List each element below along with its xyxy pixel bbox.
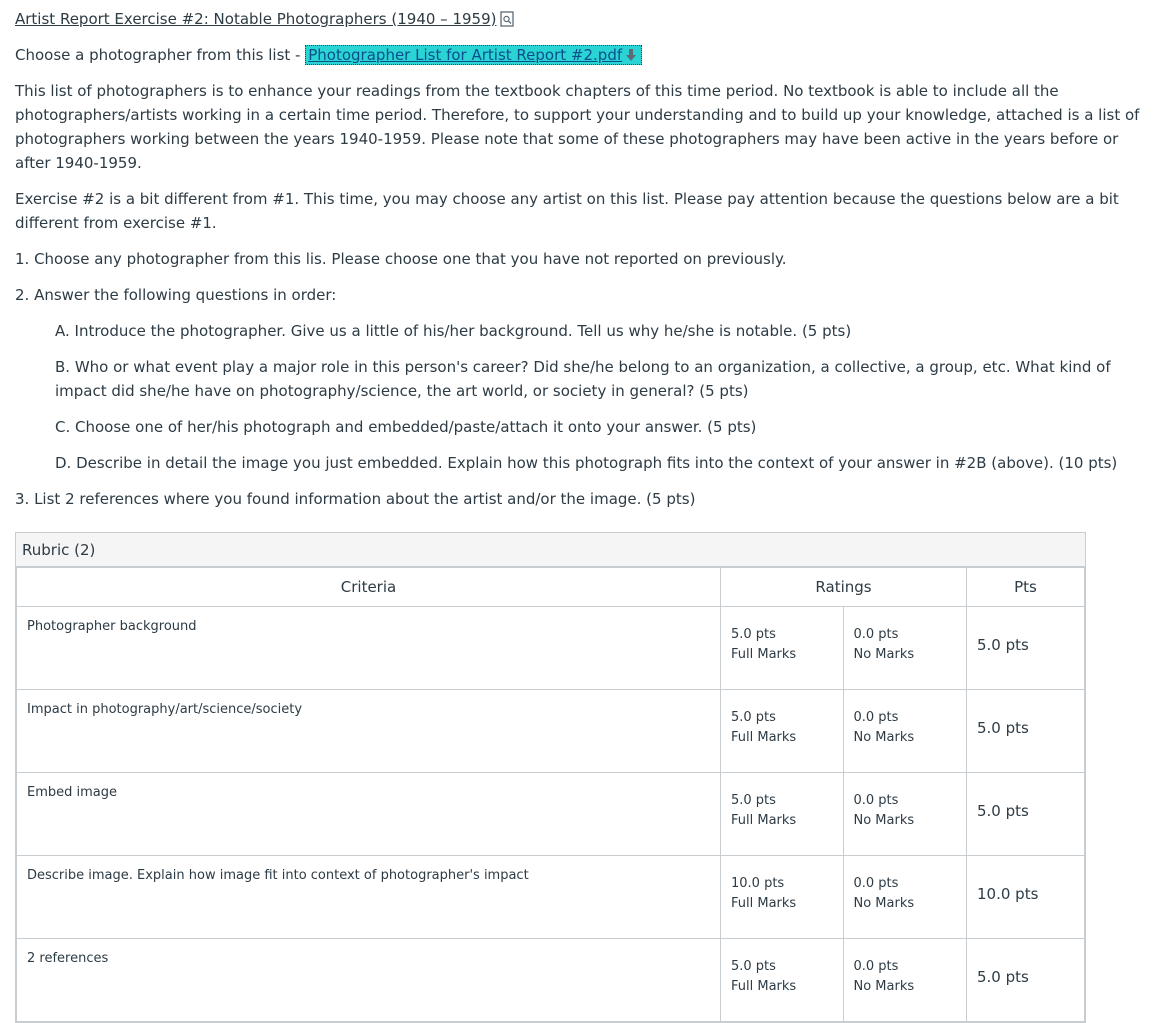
rating-full-label: Full Marks [731,896,797,911]
rubric-row: Describe image. Explain how image fit in… [16,855,1085,939]
rating-full-label: Full Marks [731,730,797,745]
rating-full-pts: 5.0 pts [731,793,776,808]
rating-none-pts: 0.0 pts [853,876,899,891]
rubric-row: 2 references 5.0 pts Full Marks 0.0 pts No M… [16,938,1085,1022]
rubric-row: Impact in photography/art/science/societ… [16,689,1085,773]
file-link[interactable]: Photographer List for Artist Report #2.p… [305,45,643,65]
preview-icon[interactable] [500,10,515,34]
download-icon[interactable] [625,45,639,69]
rating-full: 10.0 pts Full Marks [721,856,844,938]
criterion-text: Embed image [16,772,721,856]
question-c: C. Choose one of her/his photograph and … [55,418,757,436]
rating-full: 5.0 pts Full Marks [721,773,844,855]
intro-paragraph: This list of photographers is to enhance… [15,82,1140,172]
step-1: 1. Choose any photographer from this lis… [15,250,787,268]
ratings-cell: 5.0 pts Full Marks 0.0 pts No Marks [720,689,967,773]
rating-full: 5.0 pts Full Marks [721,607,844,689]
criterion-points: 5.0 pts [966,689,1085,773]
criterion-points: 5.0 pts [966,772,1085,856]
ratings-cell: 10.0 pts Full Marks 0.0 pts No Marks [720,855,967,939]
rating-none-label: No Marks [853,647,915,662]
title-line: Artist Report Exercise #2: Notable Photo… [15,7,1158,31]
rating-none-pts: 0.0 pts [853,793,899,808]
rating-none-pts: 0.0 pts [853,710,899,725]
criteria-header: Criteria [16,567,721,607]
assignment-title-link[interactable]: Artist Report Exercise #2: Notable Photo… [15,10,496,28]
step-3: 3. List 2 references where you found inf… [15,490,696,508]
exercise-note: Exercise #2 is a bit different from #1. … [15,190,1119,232]
rubric-heading: Rubric (2) [16,533,1085,567]
rating-none: 0.0 pts No Marks [844,607,967,689]
rating-full-pts: 5.0 pts [731,959,776,974]
question-d: D. Describe in detail the image you just… [55,454,1118,472]
rating-full-pts: 10.0 pts [731,876,785,891]
rubric-row: Embed image 5.0 pts Full Marks 0.0 pts No Ma… [16,772,1085,856]
rating-none: 0.0 pts No Marks [844,773,967,855]
question-a: A. Introduce the photographer. Give us a… [55,322,852,340]
criterion-points: 5.0 pts [966,938,1085,1022]
rating-full-pts: 5.0 pts [731,710,776,725]
rating-none-label: No Marks [853,896,915,911]
rating-full: 5.0 pts Full Marks [721,690,844,772]
criterion-points: 5.0 pts [966,606,1085,690]
ratings-cell: 5.0 pts Full Marks 0.0 pts No Marks [720,606,967,690]
choose-prefix: Choose a photographer from this list - [15,46,306,64]
ratings-cell: 5.0 pts Full Marks 0.0 pts No Marks [720,772,967,856]
criterion-text: Photographer background [16,606,721,690]
rubric-header-row: Criteria Ratings Pts [16,567,1085,607]
pts-header: Pts [966,567,1085,607]
step-2: 2. Answer the following questions in ord… [15,286,337,304]
rating-none-label: No Marks [853,813,915,828]
rating-none-pts: 0.0 pts [853,627,899,642]
question-b: B. Who or what event play a major role i… [55,358,1111,400]
rubric-table: Criteria Ratings Pts Photographer backgr… [16,567,1085,1022]
rating-none-label: No Marks [853,979,915,994]
criterion-text: 2 references [16,938,721,1022]
rubric: Rubric (2) Criteria Ratings Pts Photogra… [15,532,1086,1023]
ratings-cell: 5.0 pts Full Marks 0.0 pts No Marks [720,938,967,1022]
file-link-label: Photographer List for Artist Report #2.p… [308,46,623,64]
criterion-text: Describe image. Explain how image fit in… [16,855,721,939]
rating-none: 0.0 pts No Marks [844,690,967,772]
rubric-row: Photographer background 5.0 pts Full Marks… [16,606,1085,690]
criterion-points: 10.0 pts [966,855,1085,939]
rating-none: 0.0 pts No Marks [844,939,967,1021]
criterion-text: Impact in photography/art/science/societ… [16,689,721,773]
ratings-header: Ratings [720,567,967,607]
rating-none-pts: 0.0 pts [853,959,899,974]
rating-full: 5.0 pts Full Marks [721,939,844,1021]
rating-full-label: Full Marks [731,813,797,828]
rating-none-label: No Marks [853,730,915,745]
rating-full-label: Full Marks [731,647,797,662]
choose-line: Choose a photographer from this list - P… [15,43,1158,67]
rating-full-pts: 5.0 pts [731,627,776,642]
rating-full-label: Full Marks [731,979,797,994]
assignment-page: Artist Report Exercise #2: Notable Photo… [0,0,1173,511]
rating-none: 0.0 pts No Marks [844,856,967,938]
rubric-body: Photographer background 5.0 pts Full Marks… [16,606,1085,1022]
